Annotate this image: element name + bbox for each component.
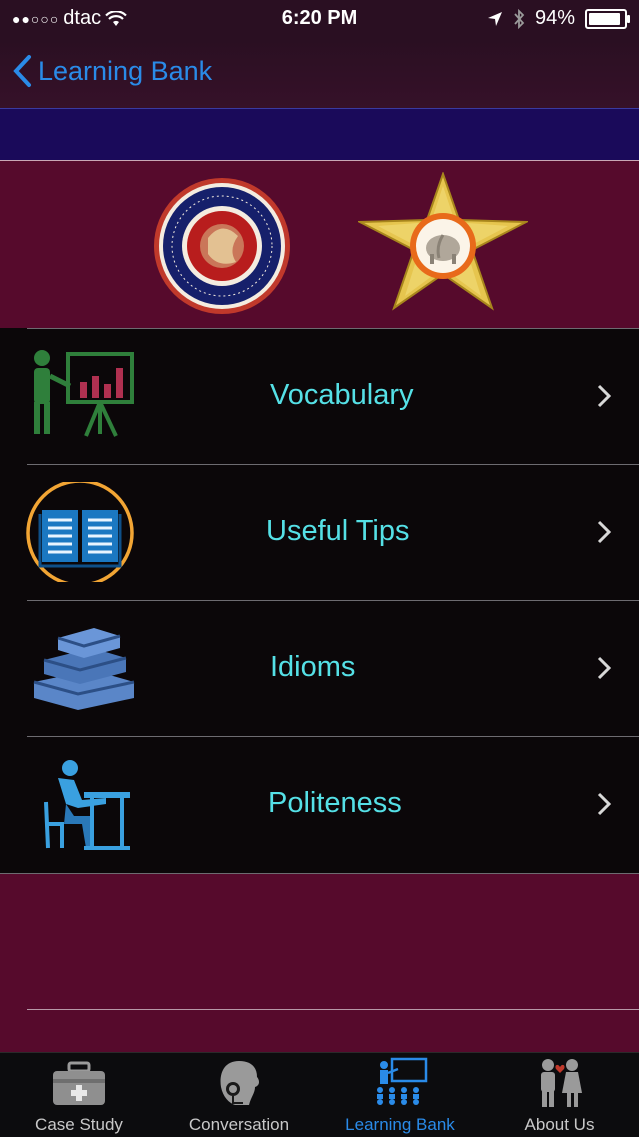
siam-university-seal-logo bbox=[154, 178, 290, 314]
tab-case-study[interactable]: Case Study bbox=[0, 1053, 158, 1137]
tab-learning-bank[interactable]: Learning Bank bbox=[320, 1053, 480, 1137]
tab-label-about-us: About Us bbox=[524, 1115, 595, 1134]
presentation-icon bbox=[34, 350, 134, 437]
couple-icon bbox=[540, 1059, 582, 1107]
chevron-right-icon bbox=[597, 792, 611, 816]
learning-menu-list: Vocabulary Useful Tips Idioms Politeness bbox=[0, 328, 639, 873]
menu-row-idioms[interactable]: Idioms bbox=[0, 600, 639, 736]
status-bar: ●●○○○ dtac 6:20 PM 94% bbox=[0, 0, 639, 40]
medical-kit-icon bbox=[53, 1061, 105, 1105]
back-label: Learning Bank bbox=[38, 55, 213, 86]
student-desk-icon bbox=[44, 760, 130, 850]
tab-label-learning-bank: Learning Bank bbox=[345, 1115, 455, 1134]
battery-percent: 94% bbox=[534, 7, 575, 29]
navigation-bar: Learning Bank bbox=[0, 40, 639, 108]
books-stack-icon bbox=[33, 628, 135, 710]
open-book-icon bbox=[26, 482, 134, 582]
tab-about-us[interactable]: About Us bbox=[480, 1053, 639, 1137]
back-button[interactable]: Learning Bank bbox=[12, 54, 212, 88]
menu-row-useful-tips[interactable]: Useful Tips bbox=[0, 464, 639, 600]
logo-header bbox=[0, 160, 639, 329]
menu-label-vocabulary: Vocabulary bbox=[270, 379, 414, 411]
list-bottom-divider bbox=[0, 873, 639, 874]
location-arrow-icon bbox=[487, 11, 502, 26]
tab-bar: Case Study Conversation Learning Bank Ab… bbox=[0, 1052, 639, 1137]
menu-row-politeness[interactable]: Politeness bbox=[0, 736, 639, 872]
chevron-right-icon bbox=[597, 656, 611, 680]
menu-label-idioms: Idioms bbox=[270, 651, 356, 683]
headset-person-icon bbox=[220, 1061, 259, 1105]
status-right: 94% bbox=[487, 7, 630, 30]
chevron-left-icon bbox=[13, 55, 31, 87]
menu-label-politeness: Politeness bbox=[268, 787, 402, 819]
star-emblem-logo bbox=[358, 172, 528, 311]
chevron-right-icon bbox=[597, 384, 611, 408]
empty-row-divider bbox=[27, 1009, 639, 1010]
tab-conversation[interactable]: Conversation bbox=[158, 1053, 320, 1137]
tab-label-conversation: Conversation bbox=[188, 1115, 290, 1134]
menu-label-useful-tips: Useful Tips bbox=[266, 515, 410, 547]
classroom-icon bbox=[377, 1057, 428, 1105]
header-band bbox=[0, 108, 639, 161]
bluetooth-icon bbox=[514, 8, 525, 29]
battery-icon bbox=[585, 8, 630, 29]
chevron-right-icon bbox=[597, 520, 611, 544]
menu-row-vocabulary[interactable]: Vocabulary bbox=[0, 328, 639, 464]
tab-label-case-study: Case Study bbox=[35, 1115, 123, 1134]
